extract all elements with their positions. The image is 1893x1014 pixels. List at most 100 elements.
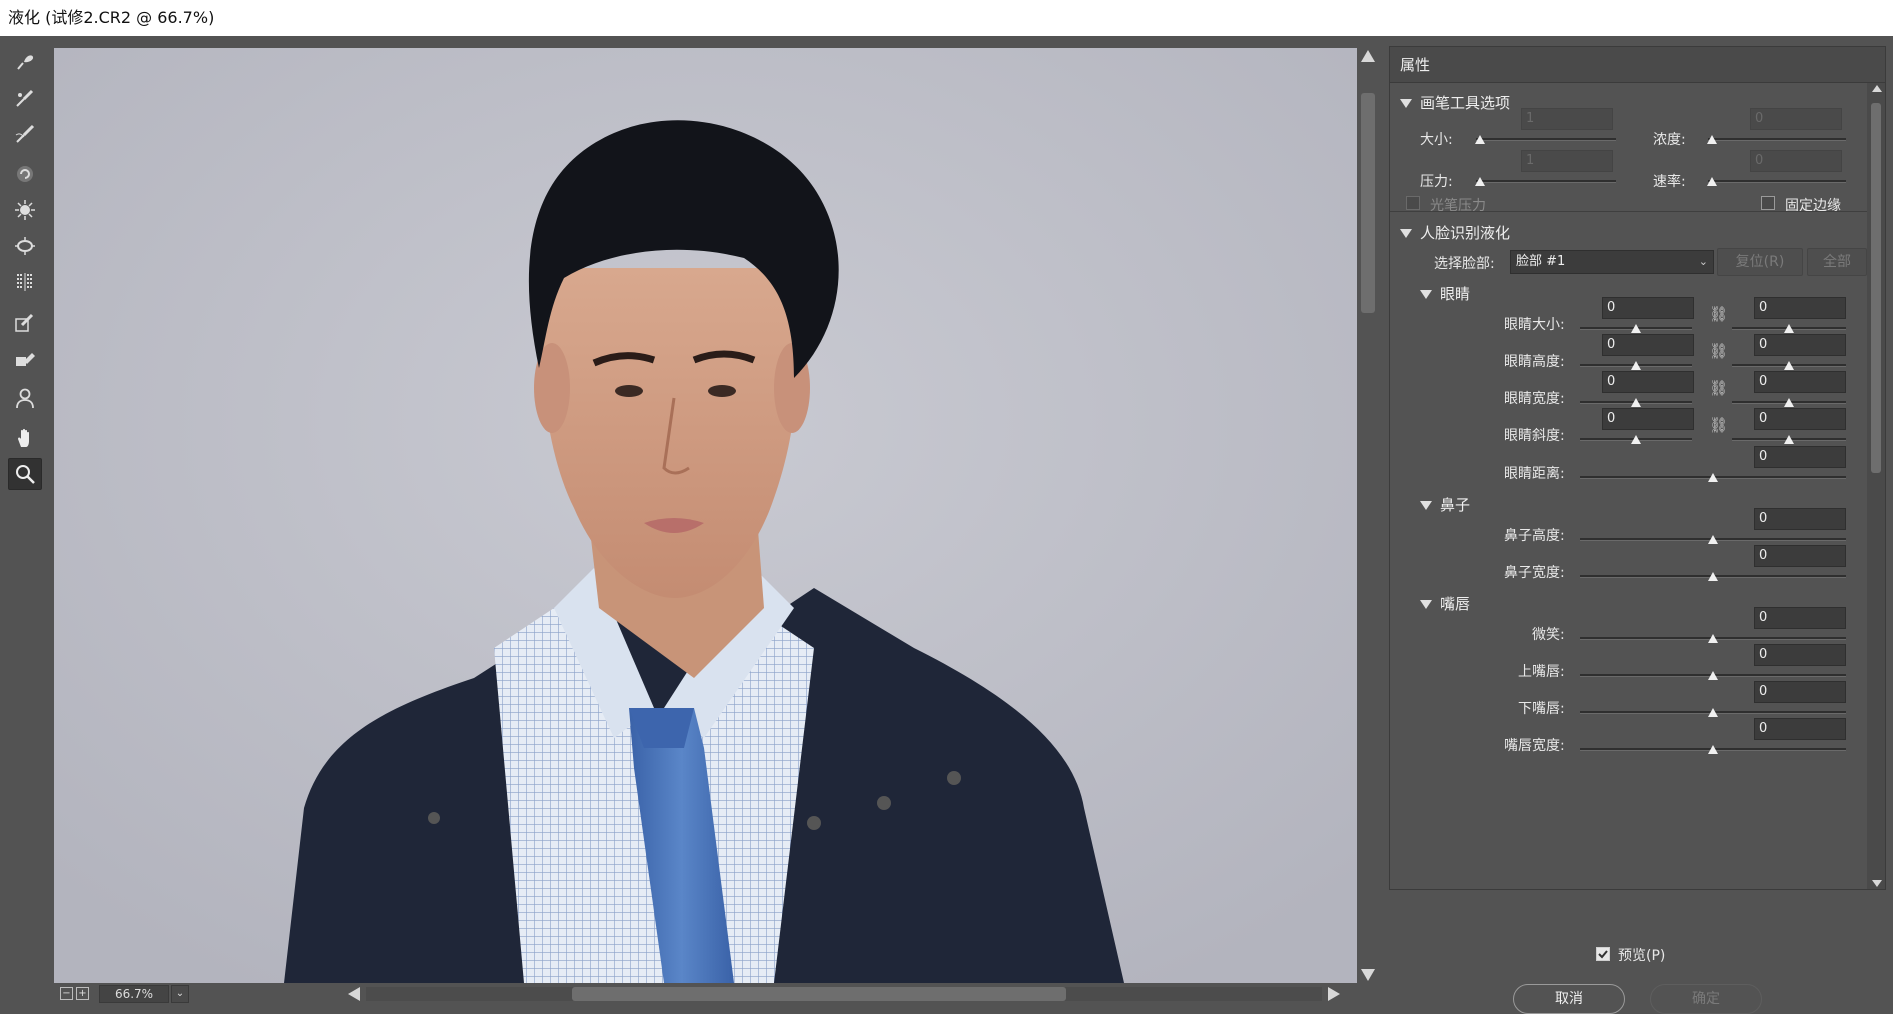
eye-height-label: 眼睛高度: [1504, 354, 1565, 370]
scroll-down-icon[interactable] [1361, 969, 1375, 981]
reconstruct-brush-icon [16, 89, 34, 107]
image-canvas[interactable] [54, 48, 1357, 983]
section-label: 人脸识别液化 [1420, 224, 1511, 242]
rate-input[interactable]: 0 [1750, 150, 1842, 172]
zoom-tool[interactable] [8, 458, 42, 490]
bloat-tool[interactable] [8, 230, 42, 262]
push-left-tool[interactable] [8, 266, 42, 298]
mouth-width-input[interactable]: 0 [1754, 718, 1846, 740]
scroll-up-icon[interactable] [1361, 50, 1375, 62]
collapse-triangle-icon [1400, 229, 1412, 238]
zoom-dropdown-button[interactable]: ⌄ [171, 985, 189, 1003]
density-slider[interactable] [1707, 134, 1846, 146]
reconstruct-tool[interactable] [8, 82, 42, 114]
eye-distance-slider[interactable] [1580, 472, 1846, 484]
nose-section-toggle[interactable]: 鼻子 [1420, 494, 1470, 515]
horizontal-scroll-track[interactable] [366, 987, 1322, 1001]
stylus-pressure-label: 光笔压力 [1430, 198, 1486, 214]
push-left-icon [17, 273, 33, 291]
thaw-mask-tool[interactable] [8, 342, 42, 374]
panel-title: 属性 [1390, 47, 1885, 83]
properties-scroll-thumb[interactable] [1871, 103, 1881, 473]
thaw-mask-icon [16, 353, 35, 366]
stylus-pressure-checkbox[interactable] [1406, 196, 1420, 210]
properties-scrollbar[interactable] [1867, 83, 1885, 889]
size-input[interactable]: 1 [1521, 108, 1613, 130]
eye-tilt-left-slider[interactable] [1580, 434, 1692, 446]
window-title: 液化 (试修2.CR2 @ 66.7%) [0, 0, 1893, 36]
horizontal-scroll-thumb[interactable] [572, 987, 1066, 1001]
select-face-dropdown[interactable]: 脸部 #1 ⌄ [1510, 250, 1714, 274]
lower-lip-input[interactable]: 0 [1754, 681, 1846, 703]
link-icon[interactable]: ⛓ [1709, 416, 1728, 434]
mouth-section-toggle[interactable]: 嘴唇 [1420, 593, 1470, 614]
scroll-up-icon[interactable] [1872, 85, 1882, 92]
smile-input[interactable]: 0 [1754, 607, 1846, 629]
zoom-level-field[interactable]: 66.7% [99, 985, 169, 1003]
face-tool[interactable] [8, 382, 42, 414]
canvas-statusbar: − + 66.7% ⌄ [54, 983, 1377, 1005]
preview-label: 预览(P) [1618, 948, 1666, 964]
nose-width-input[interactable]: 0 [1754, 545, 1846, 567]
cancel-button[interactable]: 取消 [1513, 984, 1625, 1014]
preview-checkbox[interactable] [1596, 947, 1610, 961]
pressure-slider[interactable] [1475, 176, 1616, 188]
eye-tilt-right-input[interactable]: 0 [1754, 408, 1846, 430]
rate-slider[interactable] [1707, 176, 1846, 188]
eye-width-left-input[interactable]: 0 [1602, 371, 1694, 393]
forward-warp-tool[interactable] [8, 46, 42, 78]
zoom-out-button[interactable]: − [60, 987, 73, 1000]
hand-icon [18, 428, 29, 447]
properties-body: 画笔工具选项 大小: 1 浓度: 0 压力: 1 速率: 0 光笔压力 固定边缘… [1390, 83, 1867, 889]
smooth-tool[interactable] [8, 118, 42, 150]
freeze-mask-tool[interactable] [8, 306, 42, 338]
magnifier-icon [16, 465, 35, 484]
link-icon[interactable]: ⛓ [1709, 342, 1728, 360]
scroll-left-icon[interactable] [348, 987, 360, 1001]
upper-lip-input[interactable]: 0 [1754, 644, 1846, 666]
chevron-down-icon: ⌄ [1698, 255, 1708, 268]
twirl-icon [17, 166, 33, 182]
pressure-input[interactable]: 1 [1521, 150, 1613, 172]
mouth-width-slider[interactable] [1580, 744, 1846, 756]
eye-height-left-input[interactable]: 0 [1602, 334, 1694, 356]
canvas-vertical-scrollbar[interactable] [1358, 48, 1377, 983]
pin-edges-checkbox[interactable] [1761, 196, 1775, 210]
nose-width-slider[interactable] [1580, 571, 1846, 583]
section-divider [1390, 211, 1867, 212]
canvas-horizontal-scrollbar[interactable] [344, 983, 1344, 1005]
vertical-scroll-thumb[interactable] [1361, 93, 1375, 313]
pressure-label: 压力: [1420, 174, 1453, 190]
scroll-right-icon[interactable] [1328, 987, 1340, 1001]
reset-button[interactable]: 复位(R) [1717, 248, 1803, 276]
eye-height-right-input[interactable]: 0 [1754, 334, 1846, 356]
eye-tilt-right-slider[interactable] [1732, 434, 1846, 446]
eye-size-right-input[interactable]: 0 [1754, 297, 1846, 319]
density-input[interactable]: 0 [1750, 108, 1842, 130]
link-icon[interactable]: ⛓ [1709, 305, 1728, 323]
collapse-triangle-icon [1420, 501, 1432, 510]
liquify-dialog: − + 66.7% ⌄ 属性 画笔工具选项 大小: 1 浓度: 0 压力: 1 … [0, 36, 1893, 1014]
face-aware-section-toggle[interactable]: 人脸识别液化 [1400, 222, 1510, 243]
eyes-section-toggle[interactable]: 眼睛 [1420, 283, 1470, 304]
eye-width-label: 眼睛宽度: [1504, 391, 1565, 407]
ok-button[interactable]: 确定 [1650, 984, 1762, 1014]
density-label: 浓度: [1653, 132, 1686, 148]
nose-height-input[interactable]: 0 [1754, 508, 1846, 530]
link-icon[interactable]: ⛓ [1709, 379, 1728, 397]
zoom-in-button[interactable]: + [76, 987, 89, 1000]
reset-all-button[interactable]: 全部 [1807, 248, 1867, 276]
pucker-tool[interactable] [8, 194, 42, 226]
pucker-icon [15, 200, 35, 220]
eye-tilt-left-input[interactable]: 0 [1602, 408, 1694, 430]
hand-tool[interactable] [8, 422, 42, 454]
size-slider[interactable] [1475, 134, 1616, 146]
brush-options-section-toggle[interactable]: 画笔工具选项 [1400, 92, 1510, 113]
eye-width-right-input[interactable]: 0 [1754, 371, 1846, 393]
eye-distance-input[interactable]: 0 [1754, 446, 1846, 468]
twirl-tool[interactable] [8, 158, 42, 190]
eye-size-left-input[interactable]: 0 [1602, 297, 1694, 319]
eye-tilt-label: 眼睛斜度: [1504, 428, 1565, 444]
scroll-down-icon[interactable] [1872, 880, 1882, 887]
bloat-icon [15, 237, 35, 255]
